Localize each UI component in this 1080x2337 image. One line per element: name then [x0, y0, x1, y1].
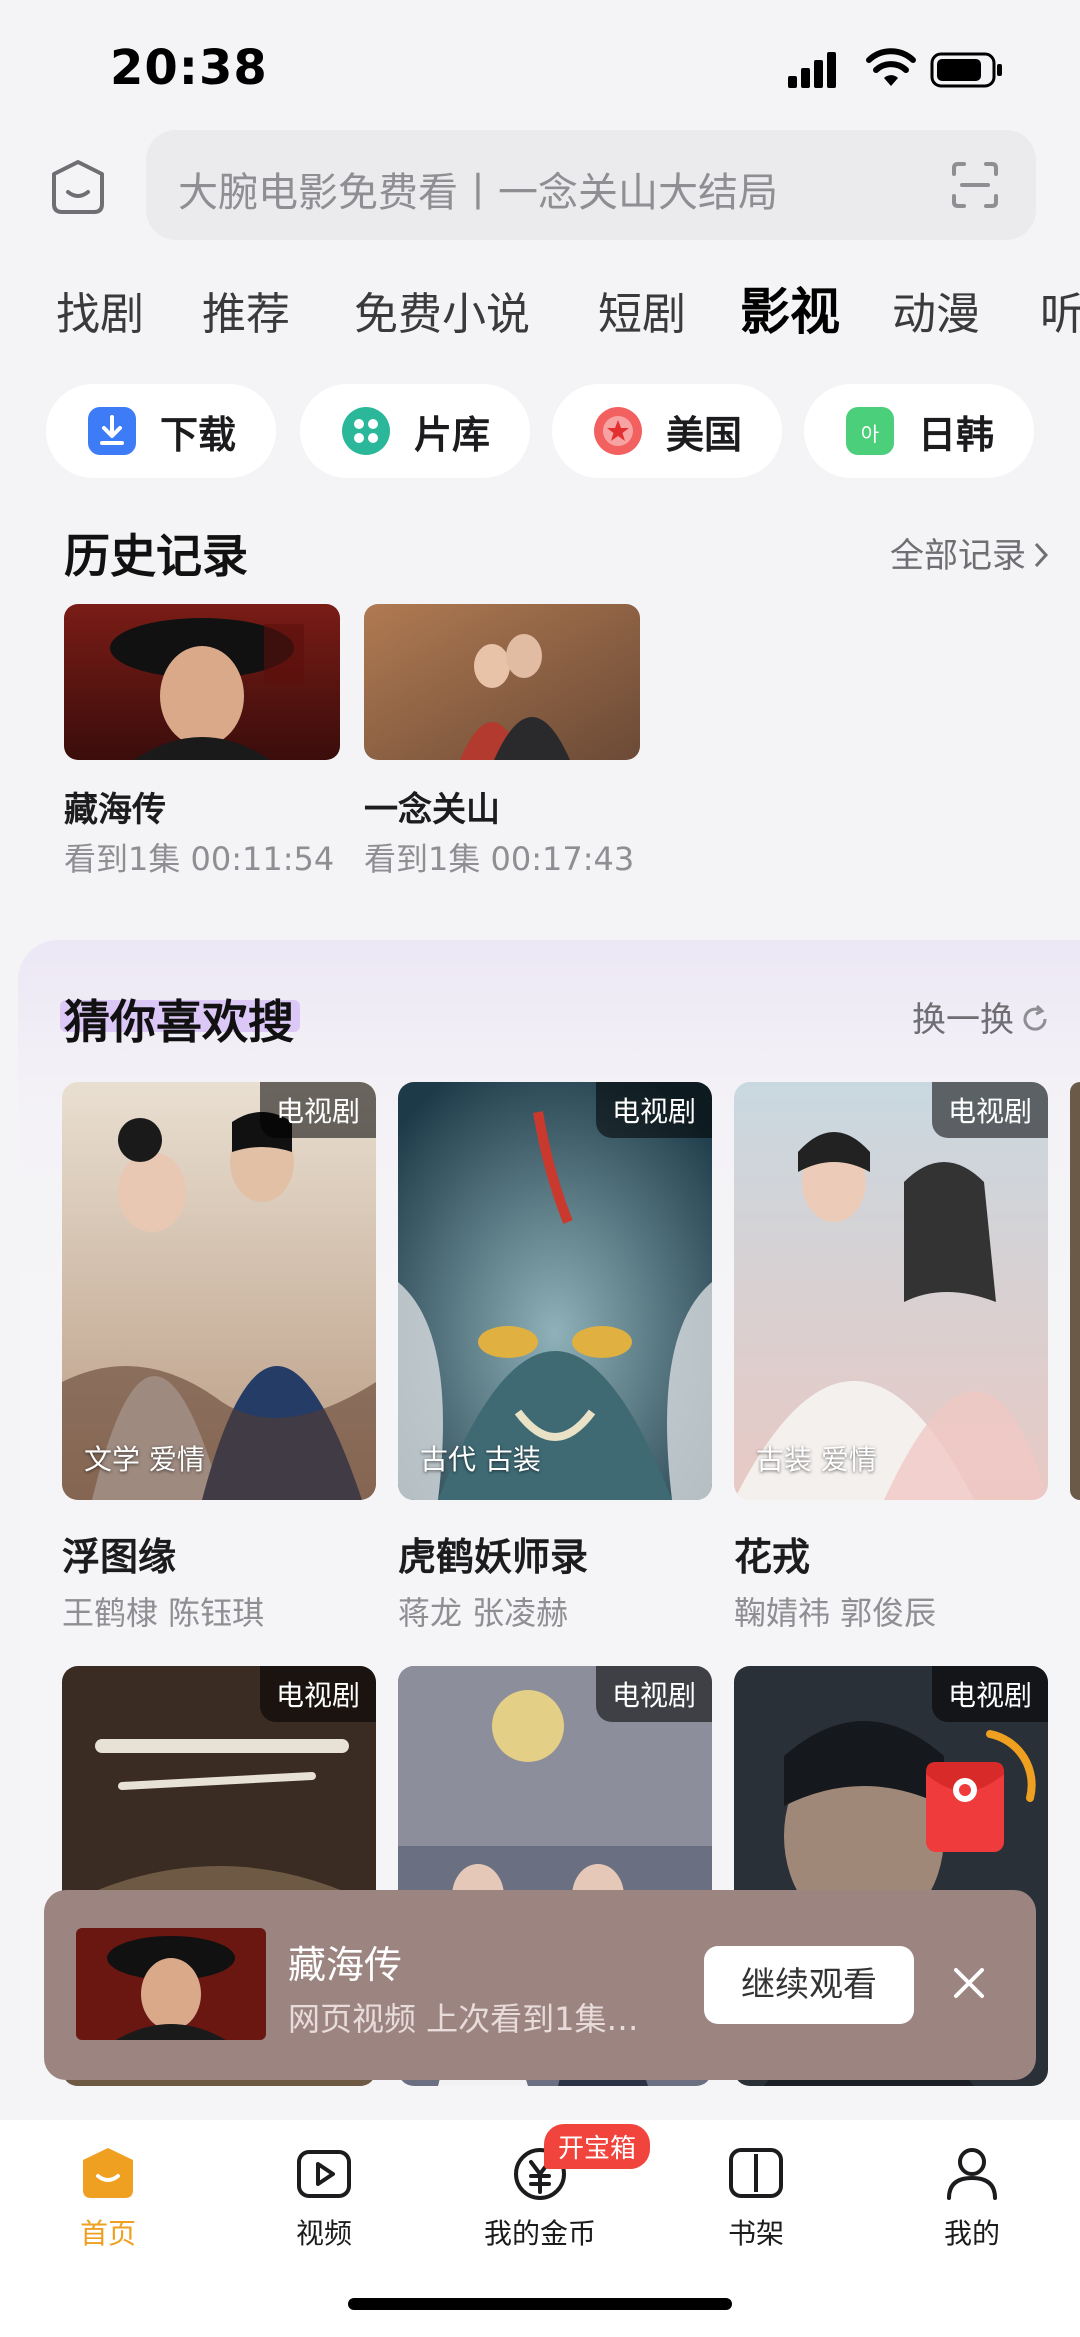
bookshelf-icon	[729, 2148, 783, 2198]
download-icon	[88, 407, 136, 455]
scan-icon[interactable]	[950, 160, 1000, 210]
library-icon	[342, 407, 390, 455]
recommend-title: 猜你喜欢搜	[64, 995, 294, 1049]
close-icon[interactable]	[944, 1958, 994, 2008]
history-item-title[interactable]: 藏海传	[64, 782, 166, 831]
nav-label: 首页	[79, 2217, 136, 2250]
history-item-progress: 看到1集 00:11:54	[64, 840, 335, 878]
category-badge: 电视剧	[931, 1082, 1048, 1138]
category-badge: 电视剧	[595, 1082, 712, 1138]
card-title[interactable]: 虎鹤妖师录	[398, 1526, 588, 1581]
svg-text:아: 아	[861, 422, 879, 446]
drama-card[interactable]: 电视剧 古装 爱情	[734, 1082, 1048, 1500]
history-all-label: 全部记录	[890, 536, 1026, 576]
nav-home[interactable]: 首页	[38, 2144, 178, 2252]
card-title[interactable]: 花戎	[734, 1526, 810, 1581]
chip-japan-korea[interactable]: 아 日韩	[804, 384, 1034, 478]
video-icon	[297, 2150, 351, 2198]
card-cast: 蒋龙 张凌赫	[398, 1594, 569, 1632]
nav-label: 视频	[295, 2217, 352, 2250]
card-title[interactable]: 浮图缘	[62, 1526, 176, 1581]
chip-label: 美国	[666, 412, 743, 457]
nav-label: 我的	[943, 2217, 1000, 2250]
nav-bookshelf[interactable]: 书架	[686, 2144, 826, 2252]
category-badge: 电视剧	[931, 1666, 1048, 1722]
nav-label: 我的金币	[483, 2217, 596, 2250]
chip-label: 下载	[160, 412, 237, 457]
category-badge: 电视剧	[259, 1666, 376, 1722]
cellular-signal-icon	[788, 52, 836, 88]
tab-find-drama[interactable]: 找剧	[56, 278, 144, 340]
wifi-icon	[866, 48, 916, 86]
refresh-label: 换一换	[912, 1000, 1014, 1040]
nav-label: 书架	[727, 2217, 784, 2250]
tab-recommend[interactable]: 推荐	[202, 278, 290, 340]
history-thumbnail[interactable]	[64, 604, 340, 760]
treasure-box-badge[interactable]: 开宝箱	[544, 2124, 651, 2169]
tab-listen[interactable]: 听	[1040, 278, 1080, 340]
category-badge: 电视剧	[595, 1666, 712, 1722]
category-badge: 电视剧	[259, 1082, 376, 1138]
refresh-button[interactable]: 换一换	[912, 992, 1051, 1040]
chip-download[interactable]: 下载	[46, 384, 276, 478]
red-packet-icon[interactable]	[920, 1728, 1036, 1858]
card-cast: 鞠婧祎 郭俊辰	[734, 1594, 937, 1632]
banner-subtitle: 网页视频 上次看到1集…	[288, 2000, 639, 2038]
status-time: 20:38	[110, 40, 268, 96]
card-tags: 古代 古装	[420, 1443, 541, 1476]
chevron-right-icon	[1034, 542, 1049, 568]
category-tabs: 找剧 推荐 免费小说 短剧 影视 动漫 听	[0, 270, 1080, 340]
chip-label: 片库	[414, 412, 491, 457]
nav-video[interactable]: 视频	[254, 2144, 394, 2252]
status-bar: 20:38	[0, 0, 1080, 130]
drama-card[interactable]: 电视剧 古代 古装	[398, 1082, 712, 1500]
tab-anime[interactable]: 动漫	[892, 278, 980, 340]
refresh-icon	[1023, 1004, 1047, 1031]
history-title: 历史记录	[64, 529, 248, 583]
continue-watching-button[interactable]: 继续观看	[704, 1946, 914, 2024]
drama-card[interactable]: 电视剧 文学 爱情	[62, 1082, 376, 1500]
home-icon	[83, 2148, 133, 2198]
history-item-progress: 看到1集 00:17:43	[364, 840, 635, 878]
tv-icon: 아	[846, 407, 894, 455]
profile-icon	[947, 2148, 997, 2200]
app-logo-icon[interactable]	[48, 158, 108, 218]
chip-library[interactable]: 片库	[300, 384, 530, 478]
tab-free-novel[interactable]: 免费小说	[354, 278, 530, 340]
drama-card-partial[interactable]	[1070, 1082, 1080, 1500]
history-thumbnail[interactable]	[364, 604, 640, 760]
tab-short-drama[interactable]: 短剧	[598, 278, 686, 340]
banner-thumbnail	[76, 1928, 266, 2040]
battery-icon	[930, 52, 1002, 88]
nav-profile[interactable]: 我的	[902, 2144, 1042, 2252]
history-item-title[interactable]: 一念关山	[364, 782, 500, 831]
card-cast: 王鹤棣 陈钰琪	[62, 1594, 265, 1632]
continue-watching-banner[interactable]: 藏海传 网页视频 上次看到1集… 继续观看	[44, 1890, 1036, 2080]
search-input[interactable]: 大腕电影免费看丨一念关山大结局	[178, 160, 778, 218]
card-tags: 古装 爱情	[756, 1443, 877, 1476]
banner-title: 藏海传	[288, 1943, 403, 1987]
home-indicator	[348, 2298, 732, 2310]
usa-icon	[594, 407, 642, 455]
chip-label: 日韩	[918, 412, 995, 457]
history-all-link[interactable]: 全部记录	[890, 528, 1051, 576]
card-tags: 文学 爱情	[84, 1443, 205, 1476]
search-bar[interactable]: 大腕电影免费看丨一念关山大结局	[146, 130, 1036, 240]
tab-film-tv[interactable]: 影视	[740, 272, 840, 340]
chip-usa[interactable]: 美国	[552, 384, 782, 478]
